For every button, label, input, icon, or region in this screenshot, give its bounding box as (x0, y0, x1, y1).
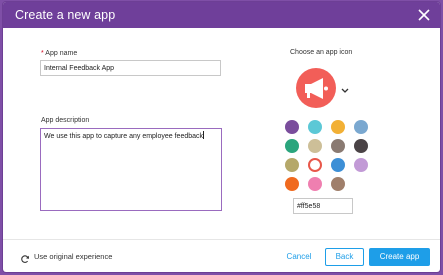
color-swatch[interactable] (331, 139, 345, 153)
app-name-label: * App name (41, 50, 77, 57)
create-app-dialog: Create a new app * App name Internal Fee… (3, 2, 440, 272)
color-swatch[interactable] (354, 158, 368, 172)
color-swatch[interactable] (308, 158, 322, 172)
color-swatch[interactable] (354, 139, 368, 153)
color-swatch[interactable] (285, 139, 299, 153)
megaphone-icon (305, 78, 328, 99)
app-name-label-text: App name (45, 50, 78, 57)
refresh-icon[interactable] (20, 251, 30, 263)
app-name-input[interactable]: Internal Feedback App (40, 60, 221, 76)
description-label: App description (41, 117, 90, 124)
hex-color-value: #ff5e58 (297, 203, 321, 210)
description-value: We use this app to capture any employee … (44, 133, 204, 140)
use-original-experience-link[interactable]: Use original experience (34, 252, 112, 261)
icon-picker-label: Choose an app icon (290, 49, 353, 56)
color-swatch[interactable] (308, 139, 322, 153)
hex-color-input[interactable]: #ff5e58 (293, 198, 353, 214)
color-swatch[interactable] (331, 120, 345, 134)
chevron-down-icon[interactable] (340, 83, 350, 93)
description-textarea[interactable]: We use this app to capture any employee … (40, 128, 222, 211)
color-swatch[interactable] (331, 158, 345, 172)
dialog-titlebar: Create a new app (3, 2, 440, 28)
close-icon[interactable] (414, 5, 434, 25)
color-swatch[interactable] (308, 120, 322, 134)
required-mark: * (41, 50, 44, 57)
app-name-value: Internal Feedback App (44, 65, 115, 72)
color-swatch[interactable] (285, 120, 299, 134)
text-caret (203, 131, 205, 139)
color-swatch[interactable] (308, 177, 322, 191)
color-swatch[interactable] (354, 120, 368, 134)
color-swatch[interactable] (285, 177, 299, 191)
back-button[interactable]: Back (325, 248, 364, 266)
dialog-title: Create a new app (15, 8, 116, 22)
footer-divider (3, 239, 440, 240)
create-app-button[interactable]: Create app (369, 248, 430, 266)
app-icon-preview[interactable] (296, 68, 336, 108)
cancel-button[interactable]: Cancel (279, 249, 319, 265)
color-swatch[interactable] (331, 177, 345, 191)
color-swatch[interactable] (285, 158, 299, 172)
